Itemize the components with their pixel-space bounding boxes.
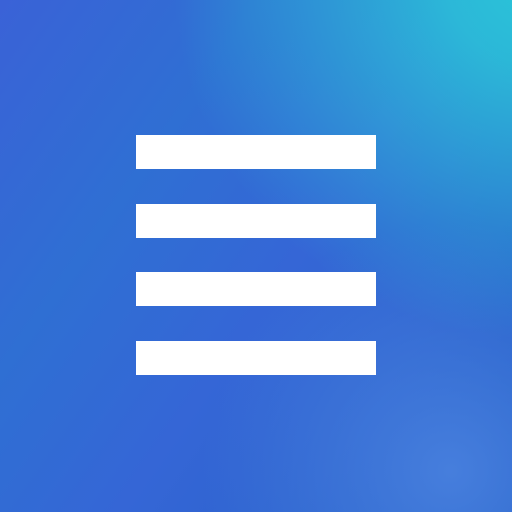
app-icon[interactable] xyxy=(0,0,512,512)
menu-line-3 xyxy=(136,272,376,306)
menu-line-2 xyxy=(136,204,376,238)
menu-line-1 xyxy=(136,135,376,169)
hamburger-menu-icon xyxy=(136,135,376,375)
menu-line-4 xyxy=(136,341,376,375)
